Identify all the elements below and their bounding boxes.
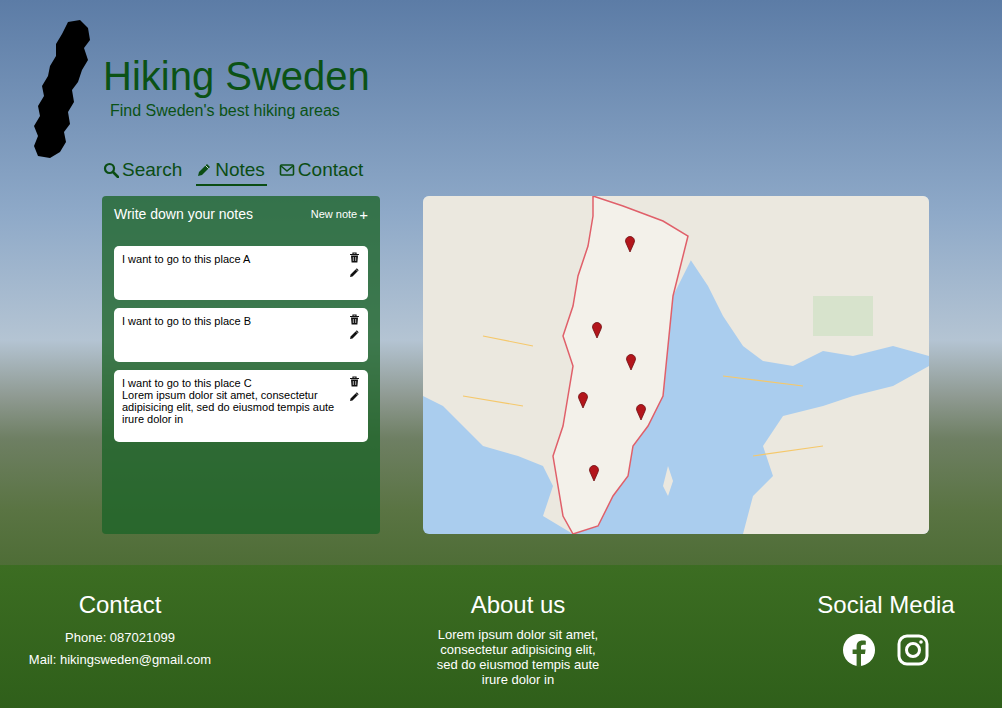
about-text: Lorem ipsum dolor sit amet, consectetur … (433, 627, 603, 687)
nav-tab[interactable]: Notes (196, 159, 267, 186)
note-card[interactable]: I want to go to this place C Lorem ipsum… (114, 370, 368, 442)
new-note-button[interactable]: New note+ (311, 208, 368, 220)
footer: Contact Phone: 087021099Mail: hikingswede… (0, 565, 1002, 708)
pencil-icon[interactable] (349, 267, 360, 278)
footer-heading: Contact (79, 591, 162, 619)
pencil-icon[interactable] (349, 329, 360, 340)
nav-label[interactable]: Notes (215, 159, 265, 181)
header: Hiking Sweden Find Sweden's best hiking a… (0, 0, 1002, 196)
envelope-icon (279, 162, 295, 178)
nav-tab[interactable]: Search (103, 159, 184, 186)
main-content: Write down your notes New note+ I want to … (0, 196, 1002, 534)
trash-icon[interactable] (349, 252, 360, 263)
map-image[interactable] (423, 196, 929, 534)
note-actions (349, 376, 360, 436)
trash-icon[interactable] (349, 376, 360, 387)
pencil-icon[interactable] (349, 391, 360, 402)
map[interactable] (423, 196, 929, 534)
nav-label[interactable]: Contact (298, 159, 363, 181)
social-links (842, 633, 930, 667)
note-card[interactable]: I want to go to this place B (114, 308, 368, 362)
footer-about: About us Lorem ipsum dolor sit amet, cons… (220, 591, 816, 708)
nav-label[interactable]: Search (122, 159, 182, 181)
search-icon (103, 162, 119, 178)
notes-panel: Write down your notes New note+ I want to … (102, 196, 380, 534)
footer-social: Social Media (816, 591, 956, 708)
main-nav: Search Notes Contact (103, 159, 370, 186)
phone-number[interactable]: Phone: 087021099 (65, 627, 175, 649)
trash-icon[interactable] (349, 314, 360, 325)
note-actions (349, 314, 360, 356)
note-actions (349, 252, 360, 294)
site-title[interactable]: Hiking Sweden (103, 52, 370, 100)
email-address[interactable]: Mail: hikingsweden@gmail.com (29, 649, 211, 671)
notes-title: Write down your notes (114, 206, 253, 222)
note-card[interactable]: I want to go to this place A (114, 246, 368, 300)
note-text[interactable]: I want to go to this place A (122, 252, 343, 294)
footer-contact: Contact Phone: 087021099Mail: hikingswede… (20, 591, 220, 708)
pencil-icon (196, 162, 212, 178)
note-text[interactable]: I want to go to this place B (122, 314, 343, 356)
header-text: Hiking Sweden Find Sweden's best hiking a… (103, 20, 370, 196)
footer-heading: About us (471, 591, 566, 619)
site-tagline: Find Sweden's best hiking areas (110, 102, 370, 120)
notes-header: Write down your notes New note+ (114, 206, 368, 222)
note-text[interactable]: I want to go to this place C Lorem ipsum… (122, 376, 343, 436)
new-note-label[interactable]: New note (311, 208, 357, 220)
footer-heading: Social Media (817, 591, 954, 619)
plus-icon[interactable]: + (359, 209, 368, 220)
facebook-icon[interactable] (842, 633, 876, 667)
nav-tab[interactable]: Contact (279, 159, 365, 186)
instagram-icon[interactable] (896, 633, 930, 667)
sweden-logo-icon[interactable] (28, 20, 96, 160)
